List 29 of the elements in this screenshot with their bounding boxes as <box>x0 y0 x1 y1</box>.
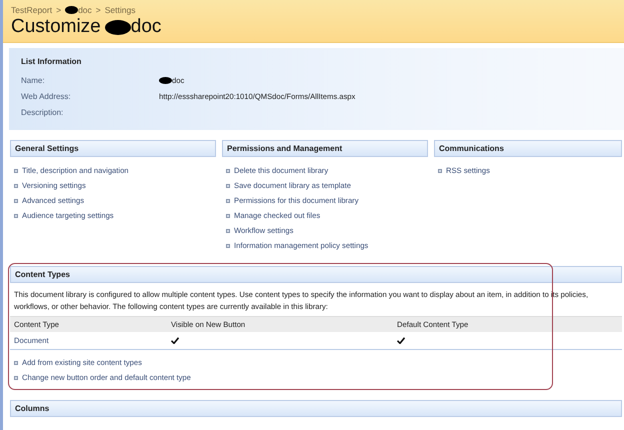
bullet-icon <box>226 198 230 202</box>
breadcrumb-separator: > <box>56 4 62 17</box>
bullet-icon <box>226 184 230 188</box>
bullet-icon <box>14 198 18 202</box>
bullet-icon <box>14 376 18 380</box>
field-label: Web Address: <box>21 91 72 103</box>
breadcrumb-link[interactable]: doc <box>78 4 92 17</box>
bullet-icon <box>226 168 230 172</box>
bullet-icon <box>226 228 230 232</box>
breadcrumb-link[interactable]: TestReport <box>11 4 52 17</box>
bullet-icon <box>14 168 18 172</box>
breadcrumb-link[interactable]: Settings <box>104 4 136 17</box>
bullet-icon <box>438 168 442 172</box>
field-label: Description: <box>21 107 64 119</box>
breadcrumb-separator: > <box>96 4 101 17</box>
bullet-icon <box>14 214 18 218</box>
section-header: Permissions and Management <box>222 140 428 157</box>
section-header: Content Types <box>10 266 622 283</box>
page-title: doc <box>130 16 162 38</box>
section-heading: List Information <box>21 56 82 68</box>
section-header: Communications <box>434 140 622 157</box>
bullet-icon <box>226 214 230 218</box>
section-header: General Settings <box>10 140 216 157</box>
bullet-icon <box>226 244 230 248</box>
field-label: Name: <box>21 75 46 87</box>
bullet-icon <box>14 184 18 188</box>
section-header: Columns <box>10 400 622 418</box>
bullet-icon <box>14 360 18 365</box>
page-title: Customize <box>11 16 101 38</box>
